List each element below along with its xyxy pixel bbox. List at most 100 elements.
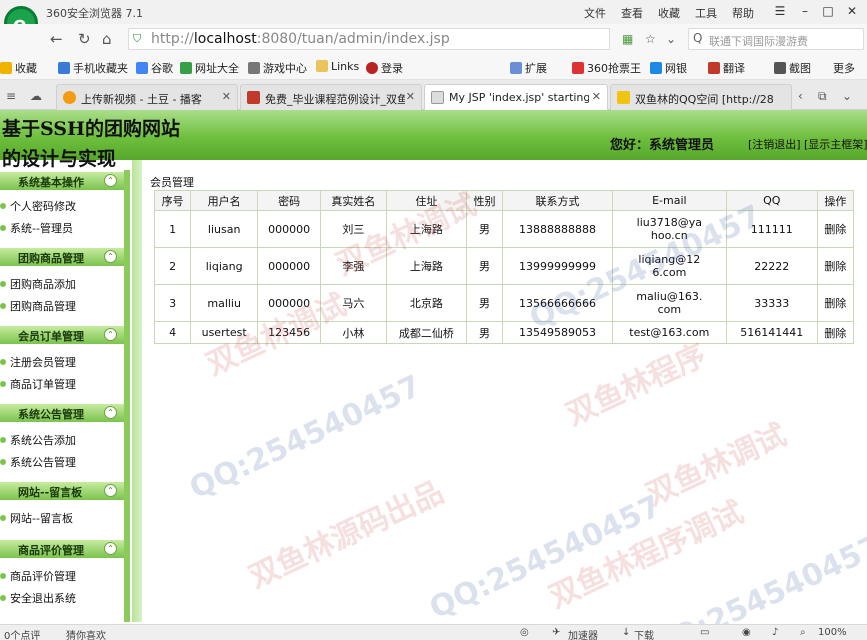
sidebar-item-manage-notices[interactable]: 系统公告管理 (0, 454, 76, 470)
close-window-icon[interactable]: ✕ (842, 3, 862, 19)
collapse-icon[interactable]: ⌃ (104, 328, 117, 341)
download-icon[interactable]: ↓ (622, 627, 630, 638)
browser-title-bar: 360安全浏览器 7.1 文件 查看 收藏 工具 帮助 ☰ – □ ✕ (0, 0, 867, 24)
tab-free-course[interactable]: 免费_毕业课程范例设计_双鱼 ✕ (240, 84, 422, 110)
toolbar-extensions[interactable]: 扩展 (510, 60, 547, 76)
collapse-icon[interactable]: ⌃ (104, 542, 117, 555)
tab-close-icon[interactable]: ✕ (592, 90, 601, 103)
sidebar-item-members[interactable]: 注册会员管理 (0, 354, 76, 370)
sidebar-group-products[interactable]: 团购商品管理 ⌃ (0, 248, 124, 266)
tab-menu-icon[interactable]: ⌄ (842, 89, 852, 103)
sidebar-group-system[interactable]: 系统基本操作 ⌃ (0, 172, 124, 190)
toolbar-bank[interactable]: 网银 (650, 60, 687, 76)
collapse-icon[interactable]: ⌃ (104, 406, 117, 419)
menu-dropdown-icon[interactable]: ☰ (770, 3, 790, 19)
sidebar-item-reviews[interactable]: 商品评价管理 (0, 568, 76, 584)
menu-tools[interactable]: 工具 (695, 5, 717, 21)
collapse-icon[interactable]: ⌃ (104, 250, 117, 263)
status-accelerator[interactable]: 加速器 (568, 627, 598, 640)
collapse-icon[interactable]: ⌃ (104, 484, 117, 497)
status-zoom[interactable]: 100% (818, 627, 847, 638)
sidebar-item-guestbook[interactable]: 网站--留言板 (0, 510, 73, 526)
volume-icon[interactable]: ♪ (772, 627, 778, 638)
collapse-icon[interactable]: ⌃ (104, 174, 117, 187)
bookmark-site-directory[interactable]: 网址大全 (180, 60, 239, 76)
tab-strip: ≡ ☁ 上传新视频 - 土豆 - 播客 ✕ 免费_毕业课程范例设计_双鱼 ✕ M… (0, 80, 867, 111)
bookmark-game-center[interactable]: 游戏中心 (248, 60, 307, 76)
frame-splitter[interactable] (132, 160, 142, 622)
status-download[interactable]: 下载 (634, 627, 654, 640)
search-input[interactable]: 联通下调国际漫游费 (709, 33, 808, 49)
status-recommend[interactable]: 猜你喜欢 (66, 627, 106, 640)
delete-link[interactable]: 删除 (816, 321, 855, 344)
toolbar-more[interactable]: 更多 (833, 60, 855, 76)
col-address: 住址 (385, 190, 467, 211)
bookmark-login[interactable]: 登录 (366, 60, 403, 76)
restore-tab-icon[interactable]: ⧉ (818, 89, 827, 104)
sidebar-item-change-password[interactable]: 个人密码修改 (0, 198, 76, 214)
bookmark-google[interactable]: 谷歌 (136, 60, 173, 76)
table-row: 2 liqiang 000000 李强 上海路 男 13999999999 li… (153, 247, 855, 285)
tab-qq-space[interactable]: 双鱼林的QQ空间 [http://28 (610, 84, 792, 110)
zoom-icon[interactable]: ⌕ (800, 627, 806, 638)
minimize-icon[interactable]: – (795, 3, 815, 19)
col-phone: 联系方式 (502, 190, 613, 211)
menu-view[interactable]: 查看 (621, 5, 643, 21)
tab-list-icon[interactable]: ≡ (6, 89, 16, 103)
delete-link[interactable]: 删除 (816, 247, 855, 285)
cell-password: 123456 (257, 321, 322, 344)
sidebar-group-guestbook[interactable]: 网站--留言板 ⌃ (0, 482, 124, 500)
bookmark-mobile[interactable]: 手机收藏夹 (58, 60, 128, 76)
sidebar-group-reviews[interactable]: 商品评价管理 ⌃ (0, 540, 124, 558)
tab-close-icon[interactable]: ✕ (406, 90, 415, 103)
star-icon[interactable]: ☆ (645, 32, 656, 46)
browser-app-title: 360安全浏览器 7.1 (46, 7, 143, 20)
search-box[interactable]: Q 联通下调国际漫游费 (688, 28, 864, 50)
back-icon[interactable]: ← (50, 31, 63, 47)
watermark-text: 双鱼林程序 (561, 337, 712, 433)
sidebar-item-logout[interactable]: 安全退出系统 (0, 590, 76, 606)
cell-index: 1 (153, 210, 192, 248)
delete-link[interactable]: 删除 (816, 210, 855, 248)
toolbar-ticket[interactable]: 360抢票王 (572, 60, 641, 76)
menu-favorites[interactable]: 收藏 (658, 5, 680, 21)
toolbar-translate[interactable]: 翻译 (708, 60, 745, 76)
menu-help[interactable]: 帮助 (732, 5, 754, 21)
table-row: 3 malliu 000000 马六 北京路 男 13566666666 mal… (153, 284, 855, 322)
accelerator-icon[interactable]: ✈ (552, 627, 560, 638)
tab-left-icon[interactable]: ‹ (798, 89, 803, 103)
bookmark-links[interactable]: Links (316, 60, 359, 73)
cell-address: 成都二仙桥 (385, 321, 467, 344)
tab-jsp-index[interactable]: My JSP 'index.jsp' starting ✕ (424, 84, 608, 111)
sidebar-group-notices[interactable]: 系统公告管理 ⌃ (0, 404, 124, 422)
cloud-icon[interactable]: ☁ (30, 89, 42, 103)
tab-tudou[interactable]: 上传新视频 - 土豆 - 播客 ✕ (56, 84, 238, 110)
favorites-icon (0, 62, 12, 74)
sidebar-item-add-notice[interactable]: 系统公告添加 (0, 432, 76, 448)
maximize-icon[interactable]: □ (818, 3, 838, 19)
sidebar-group-members-orders[interactable]: 会员订单管理 ⌃ (0, 326, 124, 344)
sidebar-item-admins[interactable]: 系统--管理员 (0, 220, 73, 236)
logout-link[interactable]: [注销退出] (748, 136, 801, 152)
compat-mode-icon[interactable]: ▦ (622, 32, 633, 46)
address-bar[interactable]: ⛉ http://localhost:8080/tuan/admin/index… (128, 28, 610, 50)
main-frame-link[interactable]: [显示主框架] (804, 136, 867, 152)
camera-icon[interactable]: ◉ (742, 627, 751, 638)
cell-realname: 李强 (320, 247, 387, 285)
url-dropdown-icon[interactable]: ⌄ (666, 32, 676, 46)
refresh-icon[interactable]: ↻ (78, 31, 91, 47)
tab-close-icon[interactable]: ✕ (222, 90, 231, 103)
col-realname: 真实姓名 (320, 190, 387, 211)
sidebar-item-add-product[interactable]: 团购商品添加 (0, 276, 76, 292)
status-comments[interactable]: 0个点评 (4, 627, 40, 640)
status-chat-icon[interactable]: ◎ (520, 627, 529, 638)
toolbar-screenshot[interactable]: 截图 (774, 60, 811, 76)
delete-link[interactable]: 删除 (816, 284, 855, 322)
sidebar-item-orders[interactable]: 商品订单管理 (0, 376, 76, 392)
page-icon[interactable]: ▭ (700, 627, 709, 638)
menu-file[interactable]: 文件 (584, 5, 606, 21)
sidebar-item-manage-products[interactable]: 团购商品管理 (0, 298, 76, 314)
home-icon[interactable]: ⌂ (102, 31, 112, 47)
cell-gender: 男 (465, 210, 504, 248)
bookmark-favorites[interactable]: 收藏 (0, 60, 37, 76)
